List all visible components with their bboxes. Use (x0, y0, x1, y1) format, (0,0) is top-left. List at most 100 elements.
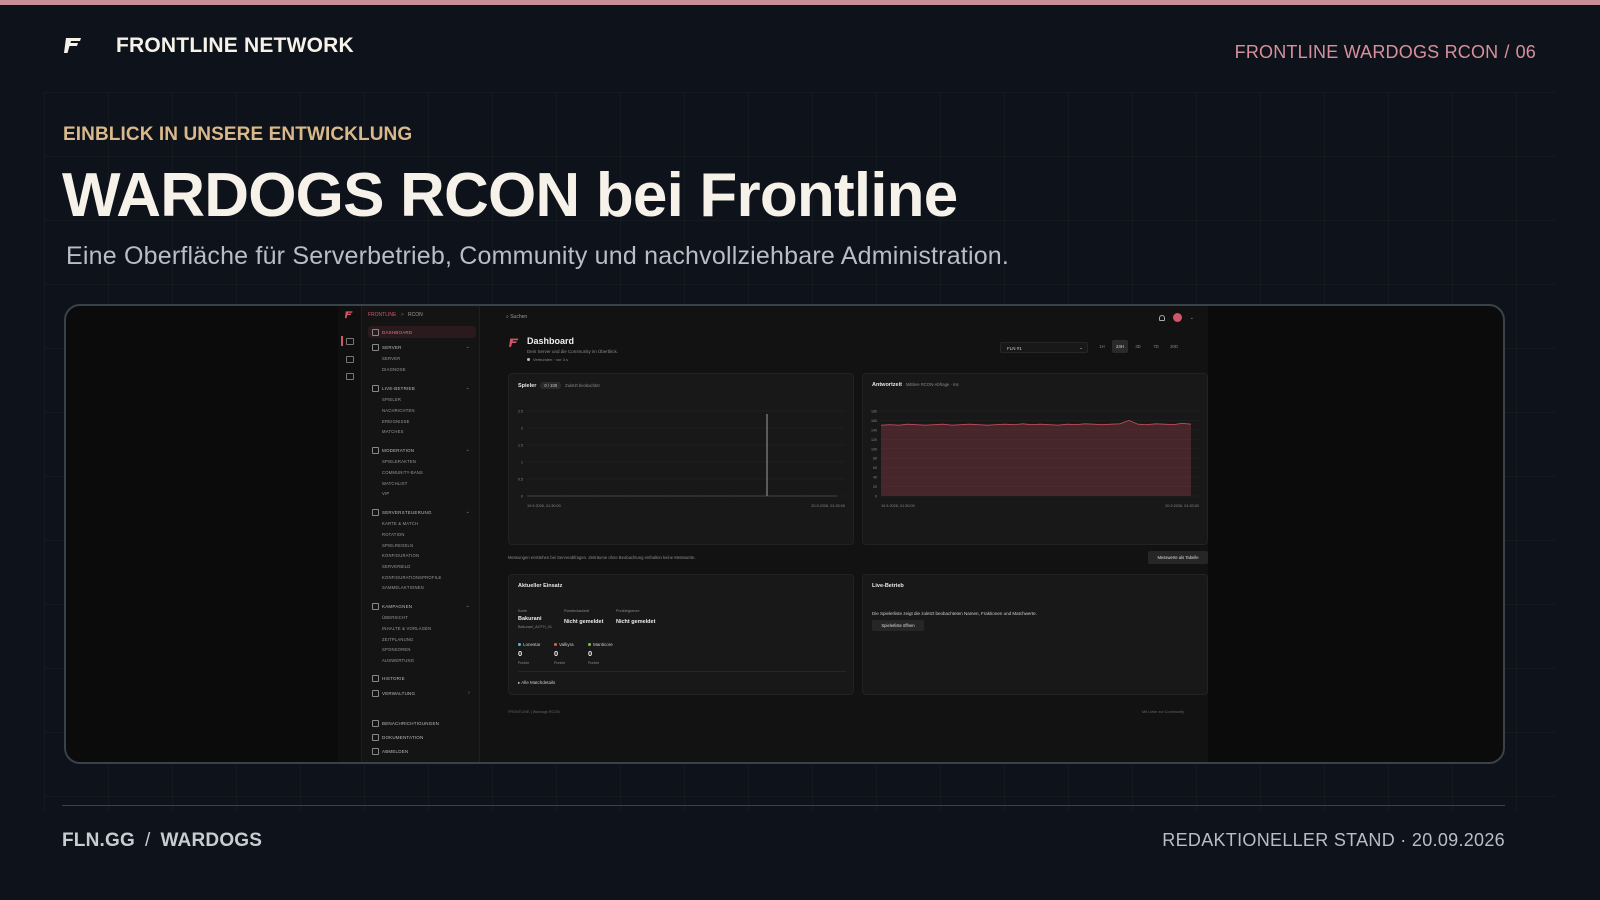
sidebar-item-dokumentation[interactable]: DOKUMENTATION (368, 731, 476, 743)
page-title: WARDOGS RCON bei Frontline (62, 161, 958, 230)
search-icon: ⌕ (506, 314, 509, 320)
app-screenshot-frame: FRONTLINE > RCON DASHBOARD SERVER ⌄ SERVE… (64, 304, 1505, 764)
sidebar-item-label: ABMELDEN (382, 748, 409, 754)
sidebar-item-abmelden[interactable]: ABMELDEN (368, 745, 476, 757)
sidebar-item-zeitplanung[interactable]: ZEITPLANUNG (382, 637, 414, 642)
book-icon[interactable] (346, 373, 354, 380)
footer-left: FLN.GG / WARDOGS (62, 830, 262, 852)
faction-dot-icon (518, 643, 521, 646)
sidebar-item-sponsoren[interactable]: SPONSOREN (382, 647, 411, 652)
tab-range-1h[interactable]: 1H (1094, 340, 1110, 353)
sidebar-item-konfigurationsprofile[interactable]: KONFIGURATIONSPROFILE (382, 575, 442, 580)
avatar[interactable] (1172, 313, 1182, 322)
sidebar-item-benachrichtigungen[interactable]: BENACHRICHTIGUNGEN (368, 717, 476, 729)
sidebar-item-spielregeln[interactable]: SPIELREGELN (382, 543, 413, 548)
chevron-down-icon: ⌄ (1079, 345, 1083, 350)
tab-range-7d[interactable]: 7D (1148, 340, 1164, 353)
chevron-right-icon: › (468, 690, 470, 696)
sidebar-item-ereignisse[interactable]: EREIGNISSE (382, 419, 410, 424)
frontline-logo-icon (509, 338, 519, 347)
y-tick-label: 140 (871, 428, 877, 432)
sidebar-group-kampagnen[interactable]: KAMPAGNEN ⌄ (368, 600, 476, 612)
sidebar-item-auswertung[interactable]: AUSWERTUNG (382, 658, 414, 663)
values-as-table-button[interactable]: Messwerte als Tabelle (1148, 551, 1208, 564)
breadcrumb-item[interactable]: RCON (408, 312, 423, 318)
sidebar-item-historie[interactable]: HISTORIE (368, 672, 476, 684)
inbox-icon[interactable] (346, 356, 354, 363)
footer-divider (62, 805, 1505, 806)
chevron-down-icon: ⌄ (465, 344, 470, 350)
sidebar-item-serverbild[interactable]: SERVERBILD (382, 564, 410, 569)
sidebar-item-vip[interactable]: VIP (382, 491, 389, 496)
deck-separator: / (1504, 42, 1510, 62)
sidebar-group-server[interactable]: SERVER ⌄ (368, 341, 476, 353)
divider (518, 671, 846, 672)
frontline-logo-icon (344, 311, 353, 319)
bell-icon[interactable] (1158, 314, 1165, 321)
rail-active-indicator (341, 336, 343, 346)
connection-status: Verbunden · vor 3 s (527, 357, 568, 362)
y-tick-label: 20 (873, 485, 877, 489)
search-input[interactable]: ⌕ Suchen (506, 314, 527, 320)
map-label: Karte (518, 609, 528, 613)
x-tick-label: 20.9.2026, 01:30:00 (1165, 504, 1199, 508)
sidebar-item-spielerakten[interactable]: SPIELERAKTEN (382, 459, 416, 464)
search-placeholder: Suchen (510, 314, 528, 320)
sidebar-item-konfiguration[interactable]: KONFIGURATION (382, 553, 419, 558)
sidebar-item-nachrichten[interactable]: NACHRICHTEN (382, 408, 415, 413)
open-player-list-button[interactable]: Spielerliste öffnen (872, 620, 924, 631)
sidebar-item-label: DASHBOARD (382, 329, 413, 335)
round-time-value: Nicht gemeldet (564, 619, 604, 625)
y-tick-label: 1.5 (518, 444, 523, 448)
faction-score-label: Punkte (518, 661, 530, 665)
all-match-details-toggle[interactable]: ▸ Alle Matchdetails (518, 680, 555, 686)
app-footer-right: Mit Liebe zur Community (1142, 710, 1184, 714)
y-tick-label: 2 (521, 427, 523, 431)
sidebar-item-dashboard[interactable]: DASHBOARD (368, 326, 476, 338)
sidebar-group-serversteuerung[interactable]: SERVERSTEUERUNG ⌄ (368, 506, 476, 518)
dashboard-title: Dashboard (527, 336, 575, 346)
sidebar-item-verwaltung[interactable]: VERWALTUNG › (368, 687, 476, 699)
y-tick-label: 2.5 (518, 410, 523, 414)
footer-site: FLN.GG (62, 830, 135, 851)
faction-score: 0 (518, 649, 523, 658)
current-deployment-card: Aktueller Einsatz Karte Bakurani Bakuran… (508, 574, 854, 695)
sidebar-item-matches[interactable]: MATCHES (382, 429, 404, 434)
sidebar-item-label: SERVERSTEUERUNG (382, 509, 432, 515)
sidebar-item-karte-match[interactable]: KARTE & MATCH (382, 521, 418, 526)
players-chart: 0 0.5 1 1.5 2 2.5 19.9.2026, 01:30:00 20.9.2026… (518, 410, 845, 508)
x-tick-label: 19.9.2026, 01:30:00 (527, 504, 561, 508)
sidebar-item-community-bans[interactable]: COMMUNITY-BANS (382, 470, 423, 475)
sidebar-item-watchlist[interactable]: WATCHLIST (382, 481, 408, 486)
players-card: Spieler 0 / 100 Zuletzt beobachtet 0 0.5 1 1.… (508, 373, 854, 545)
sidebar-item-sammelaktionen[interactable]: SAMMELAKTIONEN (382, 585, 424, 590)
breadcrumb-item[interactable]: FRONTLINE (368, 312, 396, 318)
brand-name: FRONTLINE NETWORK (116, 34, 354, 57)
sidebar-item-diagnose[interactable]: DIAGNOSE (382, 367, 406, 372)
sidebar-item-rotation[interactable]: ROTATION (382, 532, 405, 537)
folder-icon[interactable] (346, 338, 354, 345)
faction-dot-icon (554, 643, 557, 646)
sidebar-item-spieler[interactable]: SPIELER (382, 397, 401, 402)
tab-range-30d[interactable]: 30D (1166, 340, 1182, 353)
faction-name: Valkyra (559, 642, 574, 647)
tab-range-3d[interactable]: 3D (1130, 340, 1146, 353)
page-subtitle: Eine Oberfläche für Serverbetrieb, Commu… (66, 242, 1010, 270)
server-select[interactable]: FLN #1 ⌄ (1000, 342, 1088, 353)
top-accent-bar (0, 0, 1600, 5)
y-tick-label: 180 (871, 410, 877, 414)
sidebar-item-uebersicht[interactable]: ÜBERSICHT (382, 615, 408, 620)
y-tick-label: 0 (521, 495, 523, 499)
sidebar-item-server[interactable]: SERVER (382, 356, 400, 361)
footer-status: REDAKTIONELLER STAND · 20.09.2026 (1162, 830, 1505, 850)
faction-manticore: Manticore (588, 642, 613, 647)
sidebar-item-inhalte-vorlagen[interactable]: INHALTE & VORLAGEN (382, 626, 431, 631)
faction-score: 0 (588, 649, 593, 658)
sidebar-group-live[interactable]: LIVE-BETRIEB ⌄ (368, 382, 476, 394)
sidebar-group-moderation[interactable]: MODERATION ⌄ (368, 444, 476, 456)
chevron-down-icon[interactable]: ⌄ (1190, 315, 1194, 321)
sidebar: FRONTLINE > RCON DASHBOARD SERVER ⌄ SERVE… (344, 306, 480, 762)
tab-range-24h[interactable]: 24H (1112, 340, 1128, 353)
deck-label: FRONTLINE WARDOGS RCON/06 (1235, 42, 1536, 63)
points-limit-value: Nicht gemeldet (616, 619, 656, 625)
